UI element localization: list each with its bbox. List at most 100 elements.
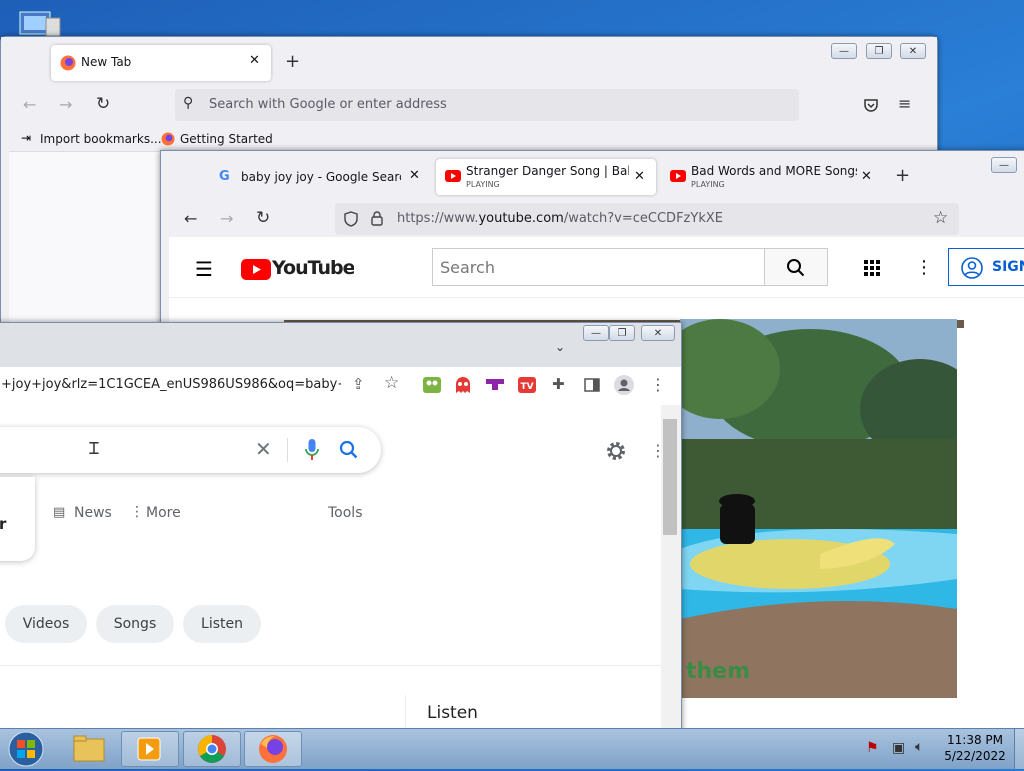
tab-stranger-danger[interactable]: Stranger Danger Song | Baby Jo PLAYING ✕ bbox=[436, 159, 656, 195]
taskbar-chrome-button[interactable] bbox=[183, 731, 241, 767]
minimize-button[interactable]: — bbox=[583, 325, 609, 341]
chrome-icon bbox=[198, 735, 226, 763]
chip-videos[interactable]: Videos bbox=[5, 605, 87, 643]
lock-icon[interactable] bbox=[371, 211, 383, 226]
account-icon bbox=[961, 257, 983, 279]
more-dots-icon: ⋮ bbox=[130, 504, 144, 520]
apps-grid-icon[interactable] bbox=[864, 260, 880, 276]
video-caption: them bbox=[686, 659, 751, 684]
volume-icon[interactable]: 🔈︎ bbox=[915, 739, 923, 755]
scrollbar-thumb[interactable] bbox=[663, 419, 677, 535]
show-desktop-button[interactable] bbox=[1014, 729, 1024, 769]
back-arrow-icon[interactable]: ← bbox=[184, 209, 197, 228]
more-vertical-icon[interactable]: ⋮ bbox=[915, 257, 933, 278]
video-player[interactable]: them bbox=[680, 319, 957, 698]
tab-more[interactable]: More bbox=[146, 505, 181, 521]
youtube-search-input[interactable]: Search bbox=[440, 258, 495, 277]
close-window-button[interactable]: ✕ bbox=[641, 325, 675, 341]
reload-icon[interactable]: ↻ bbox=[96, 94, 110, 114]
taskbar-explorer-button[interactable] bbox=[62, 731, 116, 767]
google-search-box[interactable]: Ꮖ ✕ bbox=[0, 427, 381, 473]
network-icon[interactable]: ▣ bbox=[892, 740, 905, 756]
sign-in-button[interactable]: SIGN bbox=[948, 248, 1024, 286]
extension-ghost-icon[interactable] bbox=[455, 377, 471, 393]
tab-news[interactable]: News bbox=[74, 505, 112, 521]
clock[interactable]: 11:38 PM 5/22/2022 bbox=[940, 733, 1010, 763]
maximize-button[interactable]: ❐ bbox=[866, 43, 892, 59]
youtube-logo-icon[interactable] bbox=[241, 259, 271, 280]
forward-arrow-icon[interactable]: → bbox=[59, 95, 72, 114]
youtube-search-box[interactable]: Search bbox=[432, 248, 765, 286]
search-icon[interactable] bbox=[339, 440, 359, 460]
folder-icon bbox=[73, 735, 105, 762]
clock-time: 11:38 PM bbox=[947, 733, 1003, 747]
pocket-icon[interactable] bbox=[863, 97, 879, 113]
tab-google-search[interactable]: G baby joy joy - Google Search ✕ bbox=[213, 159, 428, 195]
tab-title: Bad Words and MORE Songs Ab bbox=[691, 164, 857, 178]
url-domain: youtube.com bbox=[478, 211, 564, 226]
chrome-address-text[interactable]: +joy+joy&rlz=1C1GCEA_enUS986US986&oq=bab… bbox=[1, 377, 341, 392]
youtube-icon bbox=[445, 170, 461, 182]
back-arrow-icon[interactable]: ← bbox=[23, 95, 36, 114]
action-center-flag-icon[interactable]: ⚑ bbox=[866, 740, 879, 756]
bookmark-getting-started[interactable]: Getting Started bbox=[180, 132, 273, 146]
chrome-menu-icon[interactable]: ⋮ bbox=[650, 375, 666, 394]
news-icon: ▤ bbox=[53, 505, 66, 520]
share-icon[interactable]: ⇪ bbox=[352, 375, 365, 393]
maximize-button[interactable]: ❐ bbox=[609, 325, 635, 341]
url-prefix: https://www. bbox=[397, 211, 479, 226]
extensions-puzzle-icon[interactable]: ✚ bbox=[552, 375, 565, 393]
close-tab-icon[interactable]: ✕ bbox=[861, 169, 872, 184]
search-icon bbox=[787, 259, 805, 277]
chip-listen[interactable]: Listen bbox=[183, 605, 261, 643]
google-icon: G bbox=[219, 169, 230, 184]
chip-label: Songs bbox=[113, 616, 157, 632]
tab-bad-words[interactable]: Bad Words and MORE Songs Ab PLAYING ✕ bbox=[664, 159, 879, 195]
clear-search-icon[interactable]: ✕ bbox=[255, 437, 272, 461]
minimize-button[interactable]: — bbox=[831, 43, 857, 59]
extension-tetris-icon[interactable] bbox=[486, 379, 504, 391]
close-tab-icon[interactable]: ✕ bbox=[409, 168, 420, 183]
svg-text:TV: TV bbox=[521, 382, 534, 392]
hamburger-menu-icon[interactable]: ☰ bbox=[195, 257, 213, 281]
bookmark-import[interactable]: Import bookmarks... bbox=[40, 132, 162, 146]
clock-date: 5/22/2022 bbox=[944, 749, 1006, 763]
extension-frog-icon[interactable] bbox=[423, 377, 441, 393]
side-card[interactable]: r bbox=[0, 477, 35, 561]
menu-icon[interactable]: ≡ bbox=[898, 94, 911, 113]
forward-arrow-icon[interactable]: → bbox=[220, 209, 233, 228]
profile-avatar-icon[interactable] bbox=[614, 375, 634, 395]
tab-new-tab[interactable]: New Tab ✕ bbox=[51, 45, 271, 81]
start-button[interactable] bbox=[6, 731, 46, 767]
taskbar-firefox-button[interactable] bbox=[244, 731, 302, 767]
new-tab-button[interactable]: + bbox=[285, 51, 300, 72]
close-tab-icon[interactable]: ✕ bbox=[634, 169, 645, 184]
desktop-computer-icon[interactable] bbox=[16, 10, 62, 38]
youtube-logo-text[interactable]: YouTube bbox=[272, 257, 354, 279]
minimize-button[interactable]: — bbox=[991, 157, 1017, 173]
tab-title: baby joy joy - Google Search bbox=[241, 170, 401, 184]
media-player-icon bbox=[137, 737, 161, 761]
taskbar-media-button[interactable] bbox=[121, 731, 179, 767]
address-placeholder: Search with Google or enter address bbox=[209, 97, 447, 112]
tab-tools[interactable]: Tools bbox=[328, 505, 363, 521]
close-tab-icon[interactable]: ✕ bbox=[249, 53, 260, 68]
settings-gear-icon[interactable] bbox=[605, 440, 627, 462]
bookmark-star-icon[interactable]: ☆ bbox=[384, 373, 399, 393]
chip-songs[interactable]: Songs bbox=[96, 605, 174, 643]
youtube-search-button[interactable] bbox=[764, 248, 828, 286]
shield-icon[interactable] bbox=[344, 211, 358, 227]
reload-icon[interactable]: ↻ bbox=[256, 208, 270, 228]
chip-label: Videos bbox=[22, 616, 70, 632]
url-bar[interactable]: https://www.youtube.com/watch?v=ceCCDFzY… bbox=[335, 203, 959, 235]
close-window-button[interactable]: ✕ bbox=[900, 43, 926, 59]
side-panel-icon[interactable] bbox=[584, 378, 600, 392]
extension-tv-icon[interactable]: TV bbox=[518, 377, 536, 393]
tab-search-chevron-icon[interactable]: ⌄ bbox=[555, 340, 565, 354]
address-bar[interactable]: ⚲ Search with Google or enter address bbox=[175, 89, 799, 121]
bookmark-star-icon[interactable]: ☆ bbox=[933, 208, 948, 228]
microphone-icon[interactable] bbox=[305, 439, 319, 461]
sign-in-label: SIGN bbox=[992, 259, 1024, 275]
new-tab-button[interactable]: + bbox=[895, 165, 910, 186]
chrome-toolbar: +joy+joy&rlz=1C1GCEA_enUS986US986&oq=bab… bbox=[0, 367, 681, 405]
